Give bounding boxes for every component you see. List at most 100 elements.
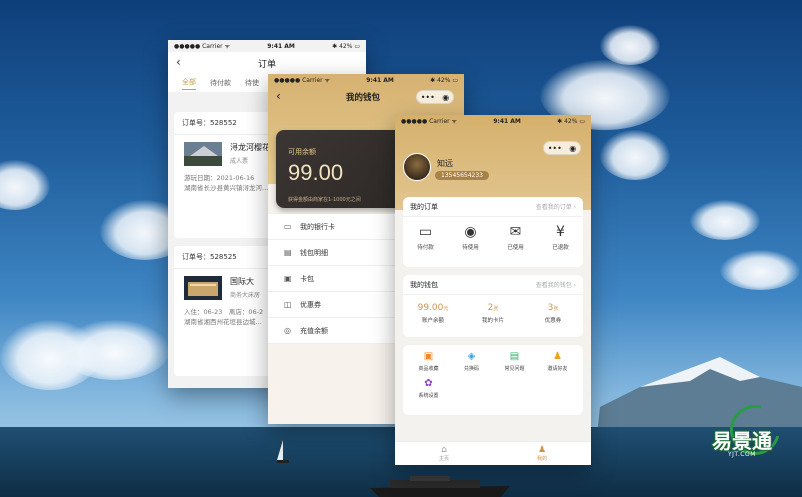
menu-item-label: 钱包明细: [300, 248, 328, 257]
back-arrow-icon[interactable]: ‹: [276, 89, 281, 103]
tab-pending-use[interactable]: 待使: [245, 78, 259, 88]
tab-all[interactable]: 全部: [182, 77, 196, 90]
redeem-icon: ◈: [467, 351, 476, 362]
tab-label: 主页: [438, 456, 449, 462]
order-status-label: 已退款: [552, 245, 569, 251]
balance-tip: 获得金额由商家在1-1000元之间: [288, 197, 361, 203]
status-bar: ●●●●● Carrier ᯤ 9:41 AM ✱ 42% ▭: [268, 74, 464, 86]
section-title: 我的订单: [410, 202, 438, 211]
order-address: 湖南省湘西州花垣县边城...: [184, 318, 262, 326]
invite-icon: ♟: [553, 351, 562, 362]
wallet-icon: ▭: [418, 224, 433, 240]
status-bar: ●●●●● Carrier ᯤ 9:41 AM ✱ 42% ▭: [395, 115, 591, 127]
tab-label: 我的: [536, 456, 547, 462]
order-status-pending-payment[interactable]: ▭ 待付款: [406, 223, 446, 251]
order-address: 湖南省长沙县黄兴镇浔龙河...: [184, 184, 269, 192]
order-item-type: 成人票: [230, 158, 249, 165]
navbar: ‹ 我的钱包 ••• ◉: [268, 86, 464, 108]
order-status-refunded[interactable]: ¥ 已退款: [541, 223, 581, 251]
tab-pending-payment[interactable]: 待付款: [210, 78, 231, 88]
tool-label: 常见问题: [504, 366, 525, 372]
close-icon[interactable]: ◉: [442, 93, 449, 102]
menu-item-label: 我的银行卡: [300, 222, 335, 231]
miniprogram-capsule[interactable]: ••• ◉: [416, 90, 454, 104]
miniprogram-capsule[interactable]: ••• ◉: [543, 141, 581, 155]
more-icon[interactable]: •••: [548, 144, 562, 153]
section-title: 我的钱包: [410, 280, 438, 289]
tool-faq[interactable]: ▤ 常见问题: [493, 351, 536, 372]
balance-label: 可用余额: [288, 148, 316, 156]
battery-label: ✱ 42% ▭: [430, 76, 458, 84]
coupon-icon: ◫: [284, 300, 292, 309]
view-all-orders-link[interactable]: 查看我的订单 ›: [536, 202, 576, 211]
gear-icon: ✿: [424, 378, 433, 389]
tool-favorites[interactable]: ▣ 商品收藏: [407, 351, 450, 372]
watermark-url: YJT.COM: [728, 451, 756, 458]
more-icon[interactable]: •••: [421, 93, 435, 102]
time-label: 9:41 AM: [493, 117, 521, 125]
carrier-label: ●●●●● Carrier ᯤ: [274, 77, 330, 84]
balance-amount: 99.00: [288, 160, 344, 185]
bank-card-icon: ▭: [284, 222, 292, 231]
menu-item-label: 充值余额: [300, 326, 328, 335]
tab-mine[interactable]: ♟ 我的: [537, 445, 547, 462]
order-item-type: 商务大床房: [230, 292, 261, 299]
watermark-logo: 易景通 YJT.COM: [708, 395, 794, 467]
order-stay-dates: 入住：06-23 离店：06-2: [184, 308, 264, 316]
stat-unit: 元: [443, 306, 449, 312]
wallet-icon: ▤: [284, 248, 292, 257]
profile-phone-screen: ●●●●● Carrier ᯤ 9:41 AM ✱ 42% ▭ ••• ◉ 知远 …: [395, 115, 591, 465]
yuan-icon: ¥: [556, 224, 565, 240]
stat-cards[interactable]: 2张 我的卡片: [468, 303, 518, 324]
time-label: 9:41 AM: [267, 42, 295, 50]
order-status-label: 已使用: [507, 245, 524, 251]
phone-number-badge: 13545654233: [435, 171, 489, 180]
envelope-icon: ✉: [509, 224, 522, 240]
order-status-label: 待使用: [462, 245, 479, 251]
order-status-label: 待付款: [417, 245, 434, 251]
tab-home[interactable]: ⌂ 主页: [439, 445, 449, 462]
stat-unit: 张: [553, 306, 559, 312]
bottom-tabbar: ⌂ 主页 ♟ 我的: [395, 441, 591, 465]
card-pack-icon: ▣: [284, 274, 292, 283]
status-bar: ●●●●● Carrier ᯤ 9:41 AM ✱ 42% ▭: [168, 40, 366, 52]
watermark-text: 易景通: [712, 429, 772, 453]
top-up-icon: ◎: [284, 326, 291, 335]
tool-redeem-code[interactable]: ◈ 兑换码: [450, 351, 493, 372]
stat-label: 账户余额: [421, 318, 444, 324]
user-icon: ♟: [537, 445, 547, 455]
tool-label: 兑换码: [463, 366, 479, 372]
page-title: 订单: [258, 60, 277, 70]
order-status-pending-use[interactable]: ◉ 待使用: [451, 223, 491, 251]
menu-item-label: 优惠券: [300, 300, 321, 309]
back-arrow-icon[interactable]: ‹: [176, 55, 181, 69]
stat-coupons[interactable]: 3张 优惠券: [528, 303, 578, 324]
carrier-label: ●●●●● Carrier ᯤ: [401, 118, 457, 125]
time-label: 9:41 AM: [366, 76, 394, 84]
page-title: 我的钱包: [346, 93, 381, 103]
avatar[interactable]: [403, 153, 431, 181]
order-thumbnail: [184, 142, 222, 166]
my-orders-section: 我的订单 查看我的订单 › ▭ 待付款 ◉ 待使用 ✉ 已使用 ¥ 已退款: [403, 197, 583, 267]
battery-label: ✱ 42% ▭: [332, 42, 360, 50]
stat-label: 我的卡片: [481, 318, 504, 324]
tool-settings[interactable]: ✿ 系统设置: [407, 378, 450, 399]
stat-balance[interactable]: 99.00元 账户余额: [408, 303, 458, 324]
menu-item-label: 卡包: [300, 274, 314, 283]
tool-label: 邀请好友: [547, 366, 568, 372]
ticket-icon: ◉: [464, 224, 477, 240]
tool-invite-friends[interactable]: ♟ 邀请好友: [536, 351, 579, 372]
close-icon[interactable]: ◉: [569, 144, 576, 153]
view-wallet-link[interactable]: 查看我的钱包 ›: [536, 280, 576, 289]
battery-label: ✱ 42% ▭: [557, 117, 585, 125]
tool-label: 系统设置: [418, 393, 439, 399]
tools-section: ▣ 商品收藏 ◈ 兑换码 ▤ 常见问题 ♟ 邀请好友 ✿ 系统设置: [403, 345, 583, 415]
sailboat-icon: [277, 440, 289, 463]
order-thumbnail: [184, 276, 222, 300]
home-icon: ⌂: [441, 445, 447, 455]
carrier-label: ●●●●● Carrier ᯤ: [174, 43, 230, 50]
order-item-name: 国际大: [230, 277, 254, 286]
navbar: ‹ 订单: [168, 52, 366, 74]
order-status-used[interactable]: ✉ 已使用: [496, 223, 536, 251]
order-item-name: 浔龙河樱花: [230, 143, 270, 152]
